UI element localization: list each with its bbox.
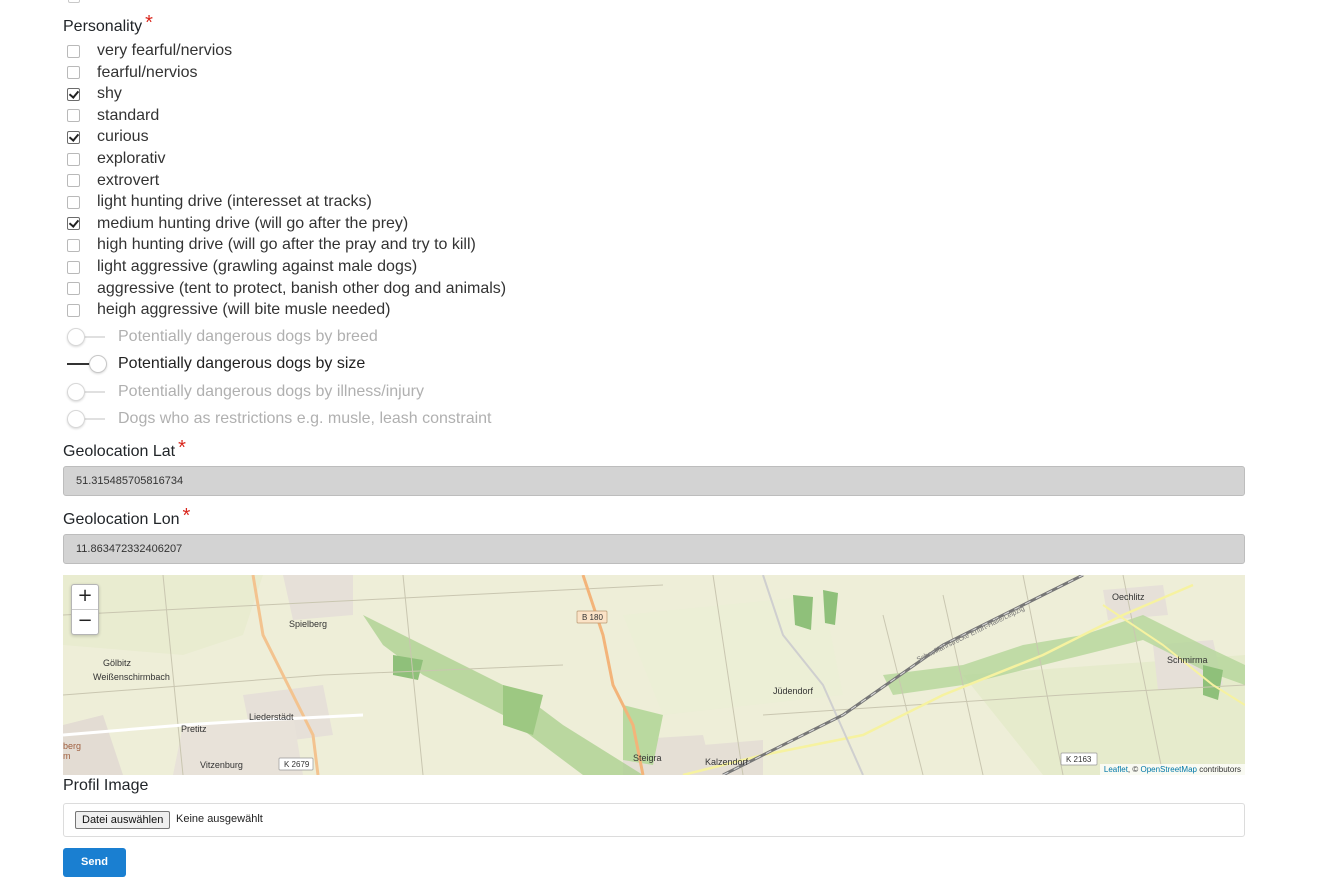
personality-option[interactable]: fearful/nervios bbox=[63, 63, 198, 83]
map-place-label: berg bbox=[63, 741, 81, 751]
village-area bbox=[283, 575, 353, 620]
checkbox-label: explorativ bbox=[97, 150, 166, 167]
village-area bbox=[1103, 585, 1168, 620]
required-asterisk: * bbox=[145, 12, 153, 34]
map-place-label: Schmirma bbox=[1167, 655, 1208, 665]
checkbox-label: light aggressive (grawling against male … bbox=[97, 258, 418, 275]
geolocation-lon-field[interactable]: 11.863472332406207 bbox=[63, 534, 1245, 564]
send-button[interactable]: Send bbox=[63, 848, 126, 877]
toggle-knob bbox=[67, 410, 85, 428]
zoom-control: + − bbox=[71, 584, 99, 635]
toggle-switch[interactable] bbox=[63, 327, 107, 347]
checkbox[interactable] bbox=[67, 217, 80, 231]
personality-option[interactable]: heigh aggressive (will bite musle needed… bbox=[63, 300, 391, 320]
toggle-knob bbox=[67, 328, 85, 346]
checkbox[interactable] bbox=[67, 87, 80, 101]
checkbox-label: very fearful/nervios bbox=[97, 42, 233, 59]
checkbox[interactable] bbox=[68, 0, 80, 3]
toggle-knob bbox=[67, 383, 85, 401]
road-label: B 180 bbox=[582, 613, 603, 622]
personality-option[interactable]: aggressive (tent to protect, banish othe… bbox=[63, 279, 506, 299]
location-map[interactable]: Spielberg Gölbitz Weißenschirmbach Liede… bbox=[63, 575, 1245, 775]
toggle-switch[interactable] bbox=[63, 382, 107, 402]
toggle-label: Potentially dangerous dogs by breed bbox=[118, 328, 378, 345]
toggle-switch[interactable] bbox=[63, 409, 107, 429]
checkbox[interactable] bbox=[67, 282, 80, 296]
checkbox-label: medium hunting drive (will go after the … bbox=[97, 214, 409, 232]
leaflet-link[interactable]: Leaflet bbox=[1104, 765, 1128, 774]
checkbox[interactable] bbox=[67, 303, 80, 317]
checkbox-label: standard bbox=[97, 106, 160, 124]
map-place-label: Spielberg bbox=[289, 619, 327, 629]
map-place-label: Vitzenburg bbox=[200, 760, 243, 770]
checkbox[interactable] bbox=[67, 238, 80, 252]
personality-option[interactable]: light aggressive (grawling against male … bbox=[63, 257, 417, 277]
checkbox[interactable] bbox=[67, 109, 80, 123]
personality-option[interactable]: curious bbox=[63, 127, 149, 147]
checkbox-label: curious bbox=[97, 128, 149, 146]
openstreetmap-link[interactable]: OpenStreetMap bbox=[1140, 765, 1196, 774]
checkbox-label: light hunting drive (interesset at track… bbox=[97, 193, 372, 211]
checkbox-label: extrovert bbox=[97, 171, 160, 189]
forest-patch bbox=[793, 595, 813, 630]
personality-option[interactable]: high hunting drive (will go after the pr… bbox=[63, 235, 476, 255]
map-place-label: Gölbitz bbox=[103, 658, 132, 668]
checkbox[interactable] bbox=[67, 195, 80, 209]
map-place-label: m bbox=[63, 751, 71, 761]
personality-option[interactable]: medium hunting drive (will go after the … bbox=[63, 214, 408, 234]
toggle-switch[interactable] bbox=[63, 354, 107, 374]
road-label: K 2679 bbox=[284, 760, 310, 769]
checkbox-label: shy bbox=[97, 85, 122, 103]
map-place-label: Pretitz bbox=[181, 724, 207, 734]
profile-image-input[interactable]: Datei auswählen Keine ausgewählt bbox=[63, 803, 1245, 837]
toggle-row: Potentially dangerous dogs by illness/in… bbox=[63, 380, 424, 404]
personality-label: Personality * bbox=[63, 12, 153, 35]
road-label: K 2163 bbox=[1066, 755, 1092, 764]
zoom-in-button[interactable]: + bbox=[72, 585, 98, 610]
toggle-knob bbox=[89, 355, 107, 373]
profile-image-label: Profil Image bbox=[63, 777, 149, 794]
checkbox-label: high hunting drive (will go after the pr… bbox=[97, 236, 476, 254]
toggle-label: Potentially dangerous dogs by illness/in… bbox=[118, 383, 424, 400]
personality-option[interactable]: light hunting drive (interesset at track… bbox=[63, 192, 372, 212]
personality-option[interactable]: standard bbox=[63, 106, 159, 126]
checkbox-label: fearful/nervios bbox=[97, 63, 198, 81]
map-place-label: Oechlitz bbox=[1112, 592, 1145, 602]
checkbox[interactable] bbox=[67, 130, 80, 144]
toggle-label: Dogs who as restrictions e.g. musle, lea… bbox=[118, 410, 492, 427]
map-place-label: Kalzendorf bbox=[705, 757, 749, 767]
checkbox[interactable] bbox=[67, 44, 80, 58]
geolocation-lat-field[interactable]: 51.315485705816734 bbox=[63, 466, 1245, 496]
personality-option[interactable]: explorativ bbox=[63, 149, 165, 169]
toggle-label: Potentially dangerous dogs by size bbox=[118, 355, 366, 372]
personality-option[interactable]: very fearful/nervios bbox=[63, 41, 232, 61]
geolocation-lat-label: Geolocation Lat * bbox=[63, 437, 186, 460]
map-place-label: Weißenschirmbach bbox=[93, 672, 170, 682]
map-place-label: Jüdendorf bbox=[773, 686, 814, 696]
file-status: Keine ausgewählt bbox=[176, 813, 263, 825]
checkbox[interactable] bbox=[67, 152, 80, 166]
geolocation-lon-label: Geolocation Lon * bbox=[63, 505, 191, 528]
toggle-row: Potentially dangerous dogs by breed bbox=[63, 325, 378, 349]
zoom-out-button[interactable]: − bbox=[72, 610, 98, 634]
checkbox[interactable] bbox=[67, 260, 80, 274]
checkbox-label: aggressive (tent to protect, banish othe… bbox=[97, 279, 507, 297]
checkbox[interactable] bbox=[67, 66, 80, 80]
personality-option[interactable]: extrovert bbox=[63, 171, 159, 191]
toggle-row: Dogs who as restrictions e.g. musle, lea… bbox=[63, 407, 492, 431]
checkbox-label: heigh aggressive (will bite musle needed… bbox=[97, 301, 391, 319]
required-asterisk: * bbox=[182, 505, 191, 527]
map-tiles: Spielberg Gölbitz Weißenschirmbach Liede… bbox=[63, 575, 1245, 775]
toggle-row: Potentially dangerous dogs by size bbox=[63, 352, 365, 376]
map-place-label: Liederstädt bbox=[249, 712, 294, 722]
choose-file-button[interactable]: Datei auswählen bbox=[75, 811, 171, 829]
map-attribution: Leaflet, © OpenStreetMap contributors bbox=[1099, 764, 1245, 775]
map-place-label: Steigra bbox=[633, 753, 662, 763]
required-asterisk: * bbox=[178, 437, 186, 459]
checkbox[interactable] bbox=[67, 174, 80, 188]
personality-option[interactable]: shy bbox=[63, 84, 122, 104]
